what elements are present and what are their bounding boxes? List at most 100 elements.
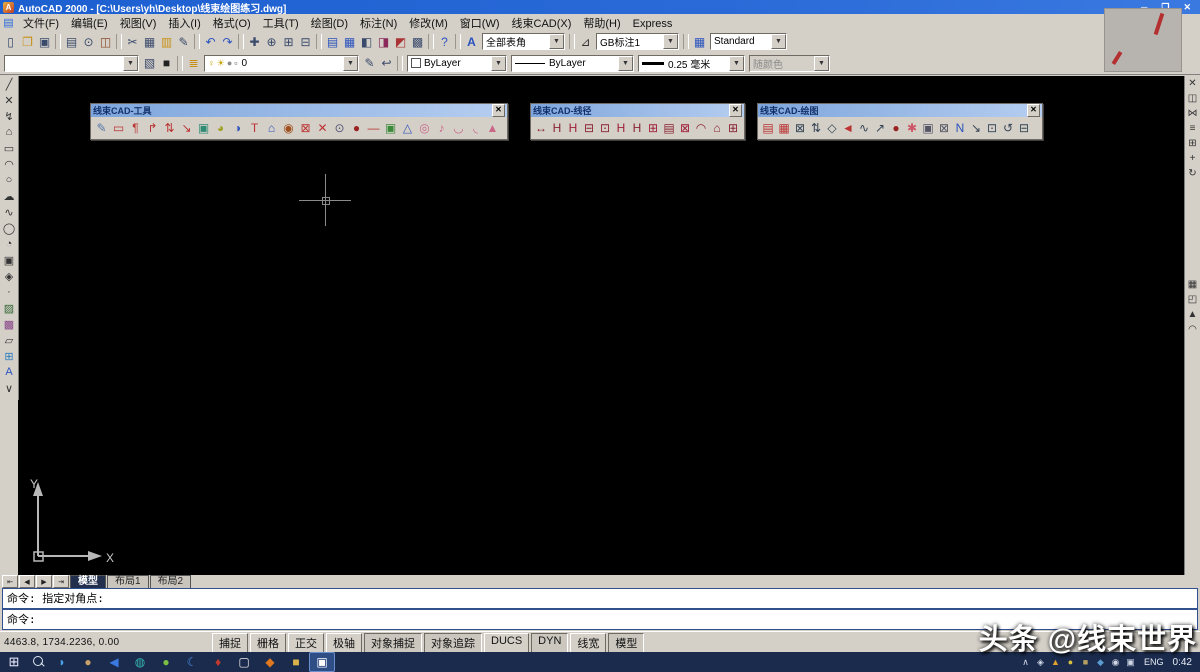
command-history[interactable]: 命令: 指定对角点: [2,588,1198,609]
new-icon[interactable]: ▯ [2,33,19,50]
insert-block-icon[interactable]: ▣ [1,252,17,268]
tool-icon[interactable]: ♪ [433,119,450,137]
redo-icon[interactable]: ↷ [219,33,236,50]
close-button[interactable]: ✕ [1183,0,1191,14]
pan-icon[interactable]: ✚ [246,33,263,50]
linetype-combo[interactable]: ByLayer ▼ [511,55,634,72]
tool-icon[interactable]: ↔ [533,119,549,137]
tool-icon[interactable]: ▤ [760,119,776,137]
make-block-icon[interactable]: ◈ [1,268,17,284]
menu-item-5[interactable]: 工具(T) [257,17,305,31]
tool-icon[interactable]: H [565,119,581,137]
tool-icon[interactable]: ⊠ [677,119,693,137]
dim-style-icon[interactable]: ⊿ [577,33,594,50]
layer-on-bulb-icon[interactable]: ♀ [208,58,215,69]
array-icon[interactable]: ⊞ [1186,136,1200,151]
properties-icon[interactable]: ▤ [324,33,341,50]
menu-item-0[interactable]: 文件(F) [17,17,65,31]
extend-icon[interactable]: ▲ [1186,307,1200,322]
toolbar-scroll-icon[interactable]: ∨ [1,380,17,396]
open-icon[interactable]: ❐ [19,33,36,50]
tab-prev-icon[interactable]: ◀ [19,575,35,588]
tool-icon[interactable]: T [246,119,263,137]
chevron-down-icon[interactable]: ▼ [491,56,506,71]
app-icon[interactable]: ♦ [206,653,230,671]
dim-style-combo[interactable]: GB标注1 ▼ [596,33,679,50]
undo-icon[interactable]: ↶ [202,33,219,50]
arc-icon[interactable]: ◠ [1,156,17,172]
app-icon[interactable]: ● [154,653,178,671]
menu-item-7[interactable]: 标注(N) [354,17,403,31]
app-cad-active-icon[interactable]: ▣ [310,653,334,671]
tool-icon[interactable]: H [613,119,629,137]
tool-icon[interactable]: ⊞ [725,119,741,137]
menu-item-2[interactable]: 视图(V) [114,17,163,31]
circle-icon[interactable]: ○ [1,172,17,188]
tool-icon[interactable]: ◄ [840,119,856,137]
language-indicator[interactable]: ENG [1141,657,1167,667]
menu-item-1[interactable]: 编辑(E) [65,17,114,31]
zoom-previous-icon[interactable]: ⊟ [297,33,314,50]
app-edge-icon[interactable]: ☾ [180,653,204,671]
tool-icon[interactable]: ◟ [467,119,484,137]
markup-set-icon[interactable]: ◩ [392,33,409,50]
status-toggle-DYN[interactable]: DYN [531,633,568,653]
table-style-icon[interactable]: ▦ [691,33,708,50]
publish-icon[interactable]: ◫ [97,33,114,50]
menu-item-4[interactable]: 格式(O) [207,17,257,31]
menu-item-3[interactable]: 插入(I) [162,17,206,31]
menu-item-12[interactable]: Express [627,17,679,31]
tool-icon[interactable]: ● [888,119,904,137]
layer-freeze-sun-icon[interactable]: ☀ [217,58,225,69]
close-icon[interactable]: ✕ [1027,104,1040,117]
layer-combo[interactable]: ♀☀●▫ 0 ▼ [204,55,359,72]
chevron-down-icon[interactable]: ▼ [618,56,633,71]
tool-icon[interactable]: ⇅ [808,119,824,137]
construction-line-icon[interactable]: ✕ [1,92,17,108]
drawing-area[interactable] [18,76,1185,575]
copy-object-icon[interactable]: ◫ [1186,91,1200,106]
text-style-icon[interactable]: A [463,33,480,50]
tool-icon[interactable]: ⊠ [792,119,808,137]
chevron-down-icon[interactable]: ▼ [549,34,564,49]
tool-icon[interactable]: ¶ [127,119,144,137]
move-icon[interactable]: + [1186,151,1200,166]
tab-layout-1[interactable]: 布局1 [107,575,149,588]
status-toggle-极轴[interactable]: 极轴 [326,633,362,653]
tool-icon[interactable]: ⌂ [263,119,280,137]
rotate-icon[interactable]: ↻ [1186,166,1200,181]
designcenter-icon[interactable]: ▦ [341,33,358,50]
mirror-icon[interactable]: ⋈ [1186,106,1200,121]
revision-cloud-icon[interactable]: ☁ [1,188,17,204]
color-combo[interactable]: ByLayer ▼ [407,55,507,72]
plot-preview-icon[interactable]: ⊙ [80,33,97,50]
mtext-icon[interactable]: A [1,364,17,380]
menu-item-6[interactable]: 绘图(D) [305,17,354,31]
tool-icon[interactable]: ▦ [776,119,792,137]
tool-icon[interactable]: ⊟ [1016,119,1032,137]
tool-icon[interactable]: ▤ [661,119,677,137]
text-style-combo[interactable]: 全部表角 ▼ [482,33,565,50]
tool-icon[interactable]: ↘ [178,119,195,137]
layer-previous-icon[interactable]: ↩ [378,55,395,72]
tool-icon[interactable]: N [952,119,968,137]
rectangle-icon[interactable]: ▭ [1,140,17,156]
explode-icon[interactable]: ▦ [1186,277,1200,292]
layer-lock-icon[interactable]: ● [227,58,232,69]
polyline-icon[interactable]: ↯ [1,108,17,124]
clock[interactable]: 0:42 [1171,657,1198,668]
status-toggle-模型[interactable]: 模型 [608,633,644,653]
close-icon[interactable]: ✕ [729,104,742,117]
floating-toolbar-titlebar[interactable]: 线束CAD-绘图 ✕ [758,104,1042,117]
tool-icon[interactable]: ▣ [382,119,399,137]
lineweight-combo[interactable]: 0.25 毫米 ▼ [638,55,745,72]
tool-icon[interactable]: ↺ [1000,119,1016,137]
tool-icon[interactable]: ▣ [920,119,936,137]
chevron-down-icon[interactable]: ▼ [771,34,786,49]
status-toggle-捕捉[interactable]: 捕捉 [212,633,248,653]
tool-icon[interactable]: ⊡ [597,119,613,137]
tool-icon[interactable]: ✱ [904,119,920,137]
plot-icon[interactable]: ▤ [63,33,80,50]
tool-icon[interactable]: ⊙ [331,119,348,137]
zoom-realtime-icon[interactable]: ⊕ [263,33,280,50]
